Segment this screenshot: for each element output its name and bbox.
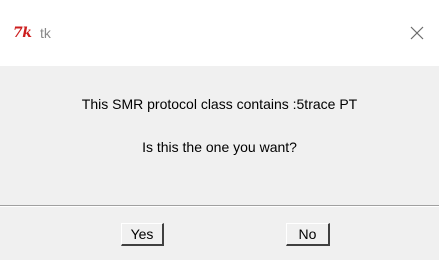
- title-bar[interactable]: 7k tk: [0, 0, 439, 66]
- message-text: This SMR protocol class contains :5trace…: [81, 96, 358, 112]
- dialog-window: 7k tk This SMR protocol class contains :…: [0, 0, 439, 260]
- button-bar: Yes No: [0, 207, 439, 260]
- close-button[interactable]: [404, 20, 430, 46]
- window-title: tk: [40, 25, 51, 41]
- no-button[interactable]: No: [286, 223, 330, 246]
- question-text: Is this the one you want?: [142, 139, 297, 155]
- tk-feather-icon: 7k: [13, 25, 32, 41]
- message-area: This SMR protocol class contains :5trace…: [0, 66, 439, 205]
- yes-button[interactable]: Yes: [121, 223, 164, 246]
- close-icon: [410, 26, 424, 40]
